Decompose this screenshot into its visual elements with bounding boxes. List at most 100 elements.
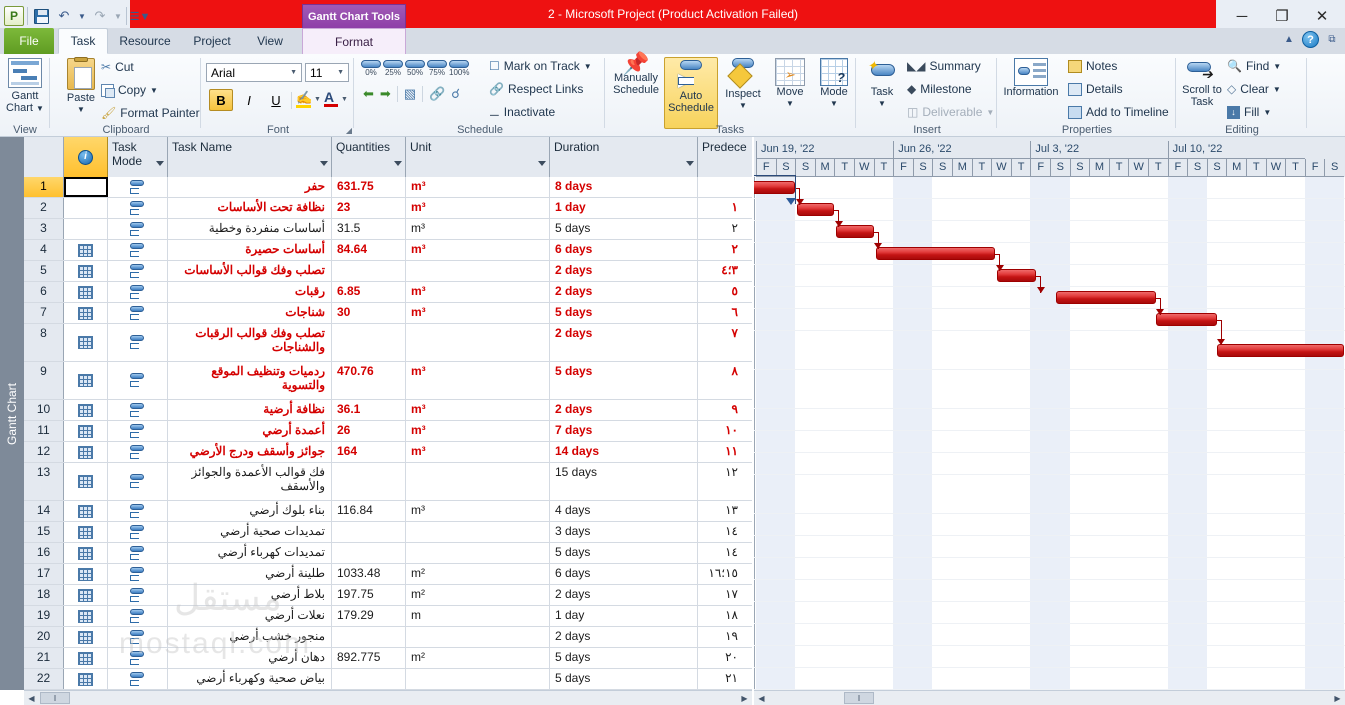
gantt-bar[interactable] [1055, 291, 1156, 304]
row-task-name[interactable]: بلاط أرضي [168, 585, 332, 605]
row-predecessors[interactable]: ١٠ [698, 421, 752, 441]
indent-icon[interactable]: ➡ [380, 86, 391, 102]
table-row[interactable]: 16 تمديدات كهرباء أرضي 5 days ١٤ [24, 543, 752, 564]
add-to-timeline-button[interactable]: Add to Timeline [1068, 105, 1169, 119]
auto-schedule-mode-icon[interactable] [129, 629, 146, 645]
row-task-mode-cell[interactable] [108, 585, 168, 605]
row-task-name[interactable]: نظافة تحت الأساسات [168, 198, 332, 218]
auto-schedule-mode-icon[interactable] [129, 566, 146, 582]
mark-on-track-button[interactable]: ☐ Mark on Track ▼ [489, 59, 592, 73]
row-predecessors[interactable]: ٥ [698, 282, 752, 302]
row-number[interactable]: 8 [24, 324, 64, 361]
link-tasks-icon[interactable]: 🔗 [429, 86, 445, 102]
table-row[interactable]: 22 بياض صحية وكهرباء أرضي 5 days ٢١ [24, 669, 752, 690]
note-indicator-icon[interactable] [78, 672, 93, 686]
font-color-dropdown-icon[interactable]: ▼ [341, 96, 348, 103]
header-unit[interactable]: Unit [406, 137, 550, 177]
header-predecessors[interactable]: Predece [698, 137, 752, 177]
row-indicator-cell[interactable] [64, 463, 108, 500]
row-task-mode-cell[interactable] [108, 421, 168, 441]
inspect-dropdown-icon[interactable]: ▼ [720, 100, 766, 112]
clear-button[interactable]: ◇ Clear ▼ [1227, 82, 1281, 96]
row-quantity[interactable]: 84.64 [332, 240, 406, 260]
row-predecessors[interactable]: ١٥؛١٦ [698, 564, 752, 584]
mark-on-track-dropdown-icon[interactable]: ▼ [584, 62, 592, 71]
gantt-chart-pane[interactable]: Jun 19, '22 Jun 26, '22 Jul 3, '22 Jul 10, … [754, 137, 1345, 690]
copy-button[interactable]: Copy ▼ [101, 83, 158, 98]
row-task-name[interactable]: دهان أرضي [168, 648, 332, 668]
row-duration[interactable]: 2 days [550, 261, 698, 281]
note-indicator-icon[interactable] [78, 424, 93, 438]
chevron-up-icon[interactable]: ▲ [1282, 33, 1296, 47]
row-number[interactable]: 17 [24, 564, 64, 584]
table-row[interactable]: 11 أعمدة أرضي 26 m³ 7 days ١٠ [24, 421, 752, 442]
row-predecessors[interactable]: ٧ [698, 324, 752, 361]
row-predecessors[interactable]: ١١ [698, 442, 752, 462]
underline-button[interactable]: U [264, 89, 288, 111]
row-indicator-cell[interactable] [64, 627, 108, 647]
percent-25-button[interactable]: 25% [383, 60, 403, 77]
table-row[interactable]: 19 نعلات أرضي 179.29 m 1 day ١٨ [24, 606, 752, 627]
gantt-scroll-left-arrow[interactable]: ◀ [754, 691, 769, 705]
gantt-chart-button[interactable]: Gantt Chart ▼ [0, 58, 51, 115]
tab-resource[interactable]: Resource [110, 28, 180, 54]
table-body[interactable]: 1 حفر 631.75 m³ 8 days 2 نظافة تحت الأساسات 23 m… [24, 177, 752, 690]
help-icon[interactable]: ? [1302, 31, 1319, 48]
row-task-name[interactable]: تمديدات كهرباء أرضي [168, 543, 332, 563]
row-number[interactable]: 13 [24, 463, 64, 500]
table-row[interactable]: 8 تصلب وفك قوالب الرقبات والشناجات 2 days ٧ [24, 324, 752, 362]
row-indicator-cell[interactable] [64, 606, 108, 626]
fill-dropdown-icon[interactable]: ▼ [1263, 108, 1271, 117]
table-row[interactable]: 10 نظافة أرضية 36.1 m³ 2 days ٩ [24, 400, 752, 421]
row-indicator-cell[interactable] [64, 219, 108, 239]
row-task-name[interactable]: طلينة أرضي [168, 564, 332, 584]
row-indicator-cell[interactable] [64, 177, 108, 197]
row-duration[interactable]: 2 days [550, 585, 698, 605]
note-indicator-icon[interactable] [78, 567, 93, 581]
row-task-name[interactable]: أساسات منفردة وخطية [168, 219, 332, 239]
row-task-name[interactable]: ردميات وتنظيف الموقع والتسوية [168, 362, 332, 399]
auto-schedule-mode-icon[interactable] [129, 524, 146, 540]
row-duration[interactable]: 1 day [550, 198, 698, 218]
row-task-name[interactable]: أساسات حصيرة [168, 240, 332, 260]
respect-links-button[interactable]: 🔗 Respect Links [489, 82, 583, 96]
chevron-down-icon[interactable] [394, 161, 402, 166]
row-unit[interactable] [406, 627, 550, 647]
table-scroll-thumb[interactable]: ‖ [40, 692, 70, 704]
information-button[interactable]: Information [998, 58, 1064, 98]
row-task-name[interactable]: شناجات [168, 303, 332, 323]
tab-task[interactable]: Task [58, 28, 108, 54]
note-indicator-icon[interactable] [78, 243, 93, 257]
row-indicator-cell[interactable] [64, 442, 108, 462]
row-number[interactable]: 3 [24, 219, 64, 239]
auto-schedule-mode-icon[interactable] [129, 444, 146, 460]
restore-button[interactable]: ❐ [1263, 3, 1301, 29]
quick-access-toolbar[interactable]: P ↶ ▼ ↷ ▼ ☰▼ [4, 3, 150, 29]
row-unit[interactable]: m³ [406, 400, 550, 420]
row-task-name[interactable]: بياض صحية وكهرباء أرضي [168, 669, 332, 689]
ribbon-help-controls[interactable]: ▲ ? ⧉ [1282, 31, 1339, 48]
table-row[interactable]: 4 أساسات حصيرة 84.64 m³ 6 days ٢ [24, 240, 752, 261]
gantt-bar[interactable] [1216, 343, 1344, 357]
row-predecessors[interactable]: ١ [698, 198, 752, 218]
tab-project[interactable]: Project [182, 28, 242, 54]
schedule-nav-buttons[interactable]: ⬅ ➡ ▧ 🔗 ☌ [363, 86, 460, 102]
row-quantity[interactable]: 6.85 [332, 282, 406, 302]
row-predecessors[interactable]: ٢١ [698, 669, 752, 689]
header-quantities[interactable]: Quantities [332, 137, 406, 177]
task-entry-table[interactable]: i Task Mode Task Name Quantities Unit Du… [24, 137, 752, 690]
unlink-tasks-icon[interactable]: ☌ [451, 86, 460, 102]
gantt-scroll-right-arrow[interactable]: ▶ [1330, 691, 1345, 705]
note-indicator-icon[interactable] [78, 525, 93, 539]
move-button[interactable]: ➢ Move ▼ [768, 58, 812, 110]
row-unit[interactable]: m³ [406, 282, 550, 302]
inspect-button[interactable]: Inspect ▼ [720, 58, 766, 112]
auto-schedule-mode-icon[interactable] [129, 474, 146, 489]
details-button[interactable]: Details [1068, 82, 1123, 96]
gantt-bars-area[interactable] [754, 174, 1345, 690]
ribbon[interactable]: Gantt Chart ▼ View Paste ▼ ✂ Cut Copy ▼ … [0, 53, 1345, 137]
row-number[interactable]: 2 [24, 198, 64, 218]
row-duration[interactable]: 5 days [550, 362, 698, 399]
move-dropdown-icon[interactable]: ▼ [768, 98, 812, 110]
row-duration[interactable]: 14 days [550, 442, 698, 462]
